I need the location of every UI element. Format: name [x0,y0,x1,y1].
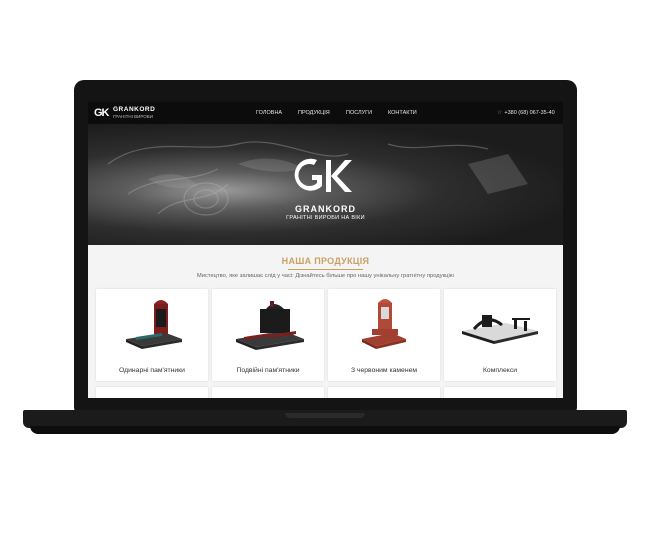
nav-link-home[interactable]: ГОЛОВНА [256,110,282,116]
product-card-double[interactable]: Подвійні пам'ятники [212,289,324,381]
complex-monument-image [462,315,538,344]
laptop-notch [285,413,365,418]
product-card-row2[interactable] [444,387,556,398]
hero-brand-name: GRANKORD [295,204,356,214]
phone-icon: ☆ [497,110,503,116]
product-card-single[interactable]: Одинарні пам'ятники [96,289,208,381]
nav-logo-icon[interactable]: GK [94,107,109,119]
nav-link-products[interactable]: ПРОДУКЦІЯ [298,110,330,116]
product-card-complexes[interactable]: Комплекси [444,289,556,381]
product-card-label: Подвійні пам'ятники [236,367,300,374]
hero-brand-tagline: ГРАНІТНІ ВИРОБИ НА ВІКИ [286,215,365,221]
nav-link-services[interactable]: ПОСЛУГИ [346,110,372,116]
product-card-label: З червоним каменем [350,367,418,374]
products-section: НАША ПРОДУКЦІЯ Мистецтво, яке залишає сл… [88,245,563,398]
website-screen: GK GRANKORD ГРАНІТНІ ВИРОБИ ГОЛОВНА ПРОД… [88,102,563,398]
product-card-red-stone[interactable]: З червоним каменем [328,289,440,381]
nav-logo-name[interactable]: GRANKORD [113,106,155,113]
section-title: НАША ПРОДУКЦІЯ [281,256,370,266]
double-monument-image [236,301,304,350]
nav-phone[interactable]: ☆ +380 (68) 067-35-40 [497,109,555,116]
product-card-row2[interactable] [328,387,440,398]
product-card-row2[interactable] [96,387,208,398]
section-subtitle: Мистецтво, яке залишає слід у часі: Дізн… [196,273,455,279]
single-monument-image [126,300,182,349]
hero-logo-icon [294,158,352,192]
nav-logo-tagline: ГРАНІТНІ ВИРОБИ [113,114,153,119]
phone-number[interactable]: +380 (68) 067-35-40 [504,110,554,116]
section-title-underline [288,269,363,270]
red-stone-monument-image [362,299,406,349]
top-navbar: GK GRANKORD ГРАНІТНІ ВИРОБИ ГОЛОВНА ПРОД… [88,102,563,124]
product-card-label: Одинарні пам'ятники [119,367,185,374]
laptop-base-shadow [30,426,620,434]
hero-banner: GRANKORD ГРАНІТНІ ВИРОБИ НА ВІКИ [88,124,563,245]
nav-link-contacts[interactable]: КОНТАКТИ [388,110,417,116]
product-card-row2[interactable] [212,387,324,398]
product-card-label: Комплекси [482,367,518,374]
